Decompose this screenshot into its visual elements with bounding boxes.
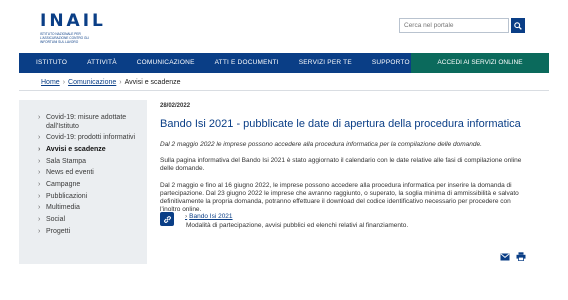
sidebar-item-label: Covid-19: prodotti informativi: [46, 134, 136, 142]
sidebar-item-avvisi[interactable]: › Avvisi e scadenze: [19, 146, 147, 155]
article: 28/02/2022 Bando Isi 2021 - pubblicate l…: [160, 103, 530, 214]
chevron-right-icon: ›: [38, 192, 41, 200]
nav-item-servizi-per-te[interactable]: Servizi per te: [289, 53, 362, 73]
divider: [19, 90, 549, 91]
breadcrumb-comunicazione[interactable]: Comunicazione: [68, 79, 116, 86]
email-icon[interactable]: [500, 252, 510, 261]
sidebar-item-covid-prodotti[interactable]: › Covid-19: prodotti informativi: [19, 134, 147, 143]
chevron-right-icon: ›: [62, 79, 66, 86]
search-icon: [514, 21, 522, 30]
nav-item-atti-e-documenti[interactable]: Atti e documenti: [205, 53, 289, 73]
attachment-link-label: Bando Isi 2021: [189, 213, 233, 220]
nav-item-istituto[interactable]: Istituto: [19, 53, 77, 73]
inail-logo[interactable]: INAIL Istituto Nazionale per l'Assicuraz…: [40, 11, 106, 45]
chevron-right-icon: ›: [119, 79, 122, 86]
sidebar-item-sala-stampa[interactable]: › Sala Stampa: [19, 158, 147, 167]
sidebar-item-campagne[interactable]: › Campagne: [19, 181, 147, 190]
online-services-button[interactable]: Accedi ai servizi online: [411, 53, 549, 73]
search-input[interactable]: [399, 18, 509, 33]
sidebar-item-label: Progetti: [46, 227, 71, 235]
chevron-right-icon: ›: [38, 169, 41, 177]
sidebar-item-label: Sala Stampa: [46, 157, 87, 165]
sidebar-item-label: Campagne: [46, 180, 81, 188]
sidebar-item-multimedia[interactable]: › Multimedia: [19, 204, 147, 213]
breadcrumb-current: Avvisi e scadenze: [124, 79, 181, 86]
article-paragraph: Sulla pagina informativa del Bando Isi 2…: [160, 157, 522, 172]
chevron-right-icon: ›: [185, 213, 188, 220]
chevron-right-icon: ›: [38, 180, 41, 188]
sidebar-item-social[interactable]: › Social: [19, 216, 147, 225]
sidebar-item-label: Covid-19: misure adottate dall'Istituto: [46, 114, 127, 130]
sidebar-item-label: Avvisi e scadenze: [46, 145, 106, 153]
sidebar: › Covid-19: misure adottate dall'Istituto…: [19, 100, 147, 264]
chevron-right-icon: ›: [38, 227, 41, 235]
attachment-link[interactable]: › Bando Isi 2021: [185, 213, 233, 220]
article-paragraph: Dal 2 maggio e fino al 16 giugno 2022, l…: [160, 182, 519, 213]
link-icon: [160, 212, 174, 226]
main-nav: Istituto Attività Comunicazione Atti e d…: [19, 53, 549, 73]
search-button[interactable]: [511, 18, 525, 33]
article-lead: Dal 2 maggio 2022 le imprese possono acc…: [160, 141, 482, 148]
nav-item-attivita[interactable]: Attività: [77, 53, 127, 73]
sidebar-item-progetti[interactable]: › Progetti: [19, 228, 147, 237]
site-header: INAIL Istituto Nazionale per l'Assicuraz…: [0, 0, 568, 52]
chevron-right-icon: ›: [38, 216, 41, 223]
chevron-right-icon: ›: [38, 134, 41, 142]
article-title: Bando Isi 2021 - pubblicate le date di a…: [160, 118, 521, 130]
sidebar-item-covid-misure[interactable]: › Covid-19: misure adottate dall'Istituto: [19, 114, 147, 131]
nav-item-comunicazione[interactable]: Comunicazione: [127, 53, 205, 73]
attachment-description: Modalità di partecipazione, avvisi pubbl…: [186, 222, 409, 229]
page-tools: [500, 252, 526, 261]
attachment: › Bando Isi 2021 Modalità di partecipazio…: [160, 212, 530, 234]
breadcrumb: Home › Comunicazione › Avvisi e scadenze: [41, 79, 181, 86]
sidebar-item-pubblicazioni[interactable]: › Pubblicazioni: [19, 193, 147, 202]
sidebar-item-label: News ed eventi: [46, 169, 94, 177]
sidebar-item-label: Social: [46, 216, 66, 223]
chevron-right-icon: ›: [38, 157, 41, 165]
chevron-right-icon: ›: [38, 114, 41, 121]
breadcrumb-home[interactable]: Home: [41, 79, 60, 86]
logo-wordmark: INAIL: [40, 11, 106, 31]
sidebar-item-news[interactable]: › News ed eventi: [19, 169, 147, 178]
chevron-right-icon: ›: [38, 204, 41, 212]
sidebar-item-label: Multimedia: [46, 204, 80, 212]
logo-subtitle: Istituto Nazionale per l'Assicurazione c…: [40, 32, 90, 44]
print-icon[interactable]: [516, 252, 526, 261]
sidebar-item-label: Pubblicazioni: [46, 192, 88, 200]
article-date: 28/02/2022: [160, 103, 191, 109]
chevron-right-icon: ›: [38, 145, 41, 153]
